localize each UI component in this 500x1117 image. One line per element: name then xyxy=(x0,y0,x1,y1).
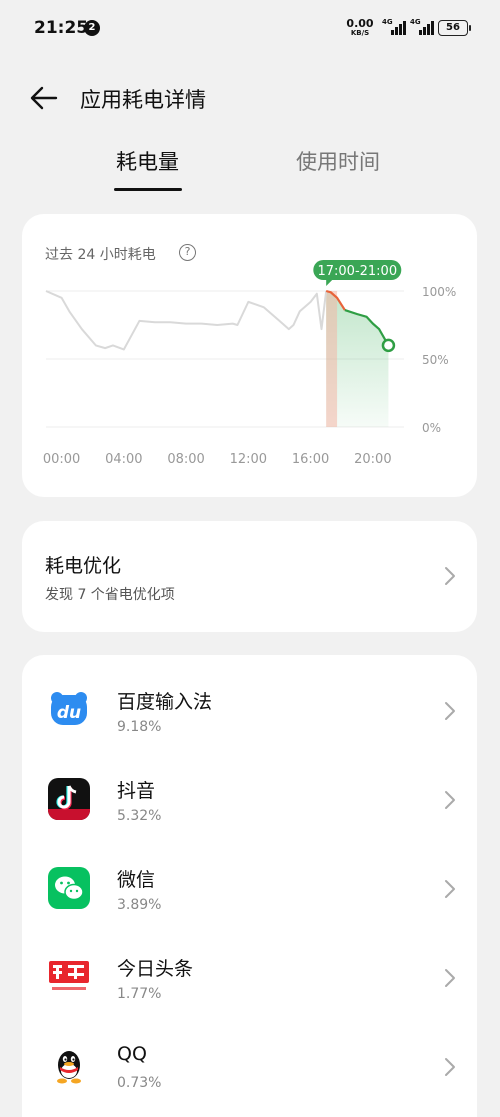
status-bar: 21:25 2 0.00 KB/S 4G 4G 56 xyxy=(0,0,500,58)
chevron-right-icon xyxy=(444,879,456,899)
status-time: 21:25 xyxy=(34,18,89,38)
app-name: 今日头条 xyxy=(117,958,194,980)
page-title: 应用耗电详情 xyxy=(80,88,206,112)
list-item-wechat[interactable]: 微信 3.89% xyxy=(22,845,477,934)
chevron-right-icon xyxy=(444,1057,456,1077)
y-tick-label: 0% xyxy=(422,421,441,435)
wechat-icon xyxy=(48,867,90,909)
y-tick-label: 100% xyxy=(422,285,456,299)
app-list-card: du 百度输入法 9.18% 抖音 5.32% 微信 3.89% 今日头条 1.… xyxy=(22,655,477,1117)
net-speed-value: 0.00 xyxy=(346,17,374,30)
signal-icon: 4G xyxy=(382,18,406,35)
list-item-douyin[interactable]: 抖音 5.32% xyxy=(22,756,477,845)
network-type-1: 4G xyxy=(382,18,393,26)
app-percent: 5.32% xyxy=(117,808,162,824)
x-tick-label: 12:00 xyxy=(230,452,267,467)
app-percent: 0.73% xyxy=(117,1075,162,1091)
optimization-title: 耗电优化 xyxy=(45,555,122,577)
range-badge-label: 17:00-21:00 xyxy=(317,264,397,279)
signal-icon-2: 4G xyxy=(410,18,434,35)
qq-icon xyxy=(48,1045,90,1087)
optimization-subtitle: 发现 7 个省电优化项 xyxy=(45,587,175,603)
power-optimization-card[interactable]: 耗电优化 发现 7 个省电优化项 xyxy=(22,521,477,632)
app-name: 百度输入法 xyxy=(117,691,213,713)
x-tick-label: 16:00 xyxy=(292,452,329,467)
x-tick-label: 00:00 xyxy=(43,452,80,467)
app-percent: 1.77% xyxy=(117,986,162,1002)
list-item-toutiao[interactable]: 今日头条 1.77% xyxy=(22,934,477,1023)
list-item-qq[interactable]: QQ 0.73% xyxy=(22,1023,477,1112)
chevron-right-icon xyxy=(444,566,456,586)
app-name: 微信 xyxy=(117,869,156,891)
series-line-past xyxy=(45,290,328,351)
network-type-2: 4G xyxy=(410,18,421,26)
y-tick-label: 50% xyxy=(422,353,449,367)
douyin-icon xyxy=(48,778,90,820)
x-tick-label: 08:00 xyxy=(167,452,204,467)
net-speed: 0.00 KB/S xyxy=(346,18,374,37)
range-badge-pointer xyxy=(326,280,333,286)
app-name: 抖音 xyxy=(117,780,156,802)
active-tab-indicator xyxy=(114,188,182,191)
x-tick-label: 04:00 xyxy=(105,452,142,467)
chevron-right-icon xyxy=(444,790,456,810)
power-chart-card: 过去 24 小时耗电 ? 100% 50% 0% 00:00 04:00 08:00 12:… xyxy=(22,214,477,497)
x-tick-label: 20:00 xyxy=(354,452,391,467)
charging-band xyxy=(326,291,338,427)
battery-icon: 56 xyxy=(438,20,471,36)
battery-line-chart: 100% 50% 0% 00:00 04:00 08:00 12:00 16:00 20:00 1… xyxy=(43,260,456,467)
notification-badge: 2 xyxy=(84,20,100,36)
app-percent: 9.18% xyxy=(117,719,162,735)
battery-level: 56 xyxy=(446,22,460,33)
chevron-right-icon xyxy=(444,968,456,988)
baidu-input-icon: du xyxy=(48,689,90,731)
app-name: QQ xyxy=(117,1043,147,1065)
back-arrow-icon[interactable] xyxy=(28,84,60,112)
net-speed-unit: KB/S xyxy=(350,29,370,37)
end-point-marker xyxy=(381,338,396,353)
list-item-baidu-input[interactable]: du 百度输入法 9.18% xyxy=(22,667,477,756)
tab-usage-time[interactable]: 使用时间 xyxy=(296,146,380,176)
svg-text:du: du xyxy=(57,703,81,723)
app-percent: 3.89% xyxy=(117,897,162,913)
toutiao-icon xyxy=(48,956,90,998)
chevron-right-icon xyxy=(444,701,456,721)
tab-power-consumption[interactable]: 耗电量 xyxy=(116,146,179,176)
